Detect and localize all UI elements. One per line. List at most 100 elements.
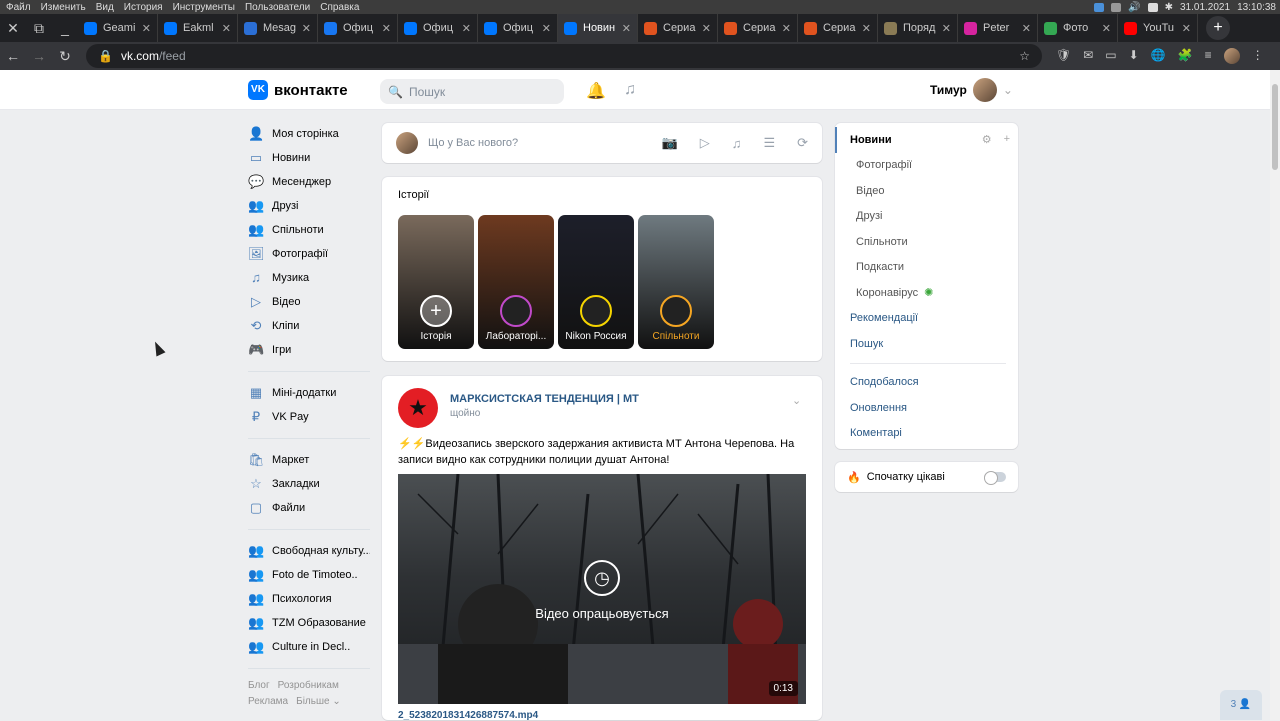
- footer-link[interactable]: Розробникам: [278, 680, 339, 691]
- filter-link[interactable]: Сподобалося: [835, 370, 1018, 396]
- extension-icon[interactable]: 🛡: [1056, 48, 1071, 64]
- browser-tab[interactable]: Geami ✕: [78, 14, 158, 42]
- sidebar-item[interactable]: ⟲ Кліпи: [248, 314, 370, 338]
- os-menu-item[interactable]: Справка: [320, 2, 359, 13]
- browser-tab[interactable]: Поряд ✕: [878, 14, 958, 42]
- sidebar-item[interactable]: ☆ Закладки: [248, 472, 370, 496]
- volume-icon[interactable]: 🔊: [1128, 2, 1140, 13]
- filter-item[interactable]: Відео: [835, 178, 1018, 204]
- browser-tab[interactable]: YouTu ✕: [1118, 14, 1198, 42]
- sidebar-item[interactable]: ♫ Музика: [248, 266, 370, 290]
- post-menu-chevron-icon[interactable]: ⌄: [792, 394, 801, 407]
- browser-tab[interactable]: Сериа ✕: [718, 14, 798, 42]
- footer-link[interactable]: Більше ⌄: [296, 696, 341, 707]
- sidebar-item[interactable]: 👥 Друзі: [248, 194, 370, 218]
- plus-icon[interactable]: +: [1004, 133, 1010, 146]
- download-icon[interactable]: ⬇: [1129, 48, 1139, 64]
- tab-close-icon[interactable]: ✕: [622, 22, 631, 35]
- page-scrollbar[interactable]: [1270, 70, 1280, 720]
- os-menu-item[interactable]: Вид: [96, 2, 114, 13]
- interesting-first-switch[interactable]: [984, 471, 1006, 485]
- filter-item[interactable]: Коронавірус ✺: [835, 280, 1018, 306]
- globe-icon[interactable]: 🌐: [1151, 48, 1166, 64]
- os-menu-item[interactable]: Инструменты: [173, 2, 235, 13]
- settings-sliders-icon[interactable]: ⚙: [982, 133, 992, 146]
- sidebar-item[interactable]: ▷ Відео: [248, 290, 370, 314]
- browser-tab[interactable]: Новин ✕: [558, 14, 638, 42]
- new-tab-button[interactable]: +: [1206, 16, 1230, 40]
- search-input[interactable]: 🔍 Пошук: [380, 79, 564, 104]
- extension-icon[interactable]: ▭: [1105, 48, 1116, 64]
- profile-avatar[interactable]: [1223, 48, 1240, 64]
- attached-file-name[interactable]: 2_5238201831426887574.mp4: [398, 710, 538, 721]
- sidebar-item[interactable]: 👥 TZM Образование: [248, 611, 370, 635]
- tab-close-icon[interactable]: ✕: [542, 22, 551, 35]
- filter-news[interactable]: Новини ⚙ +: [835, 127, 1018, 153]
- os-menu-item[interactable]: История: [124, 2, 163, 13]
- sidebar-item[interactable]: ▭ Новини: [248, 146, 370, 170]
- post-author-avatar[interactable]: ★: [398, 388, 438, 428]
- filter-link[interactable]: Рекомендації: [835, 306, 1018, 332]
- tab-close-icon[interactable]: ✕: [702, 22, 711, 35]
- video-icon[interactable]: ▷: [700, 135, 710, 151]
- sidebar-item[interactable]: 👥 Culture in Decl..: [248, 635, 370, 659]
- refresh-icon[interactable]: ⟳: [797, 135, 808, 151]
- tab-close-icon[interactable]: ✕: [782, 22, 791, 35]
- browser-tab[interactable]: Peter ✕: [958, 14, 1038, 42]
- sidebar-item[interactable]: 👥 Психология: [248, 587, 370, 611]
- vk-logo[interactable]: VK вконтакте: [248, 80, 348, 100]
- filter-link[interactable]: Коментарі: [835, 421, 1018, 447]
- puzzle-icon[interactable]: 🧩: [1178, 48, 1193, 64]
- sidebar-item[interactable]: 🎮 Ігри: [248, 338, 370, 362]
- os-menu-item[interactable]: Пользователи: [245, 2, 310, 13]
- filter-item[interactable]: Друзі: [835, 204, 1018, 230]
- interesting-first-toggle-row[interactable]: 🔥 Спочатку цікаві: [835, 462, 1018, 492]
- browser-tab[interactable]: Офиц ✕: [398, 14, 478, 42]
- story-item[interactable]: Лабораторі...: [478, 215, 554, 349]
- tab-close-icon[interactable]: ✕: [1182, 22, 1191, 35]
- tab-close-icon[interactable]: ✕: [382, 22, 391, 35]
- filter-item[interactable]: Спільноти: [835, 229, 1018, 255]
- footer-link[interactable]: Реклама: [248, 696, 288, 707]
- media-icon[interactable]: ≡: [1205, 48, 1212, 64]
- camera-icon[interactable]: 📷: [662, 135, 678, 151]
- bookmark-star-icon[interactable]: ☆: [1019, 49, 1030, 63]
- tab-close-icon[interactable]: ✕: [862, 22, 871, 35]
- article-icon[interactable]: ☰: [763, 135, 775, 151]
- browser-tab[interactable]: Офиц ✕: [318, 14, 398, 42]
- minimize-window-icon[interactable]: _: [52, 20, 78, 36]
- close-window-icon[interactable]: ✕: [0, 20, 26, 37]
- filter-link[interactable]: Оновлення: [835, 395, 1018, 421]
- sidebar-item[interactable]: ▢ Файли: [248, 496, 370, 520]
- sidebar-item[interactable]: 👥 Foto de Timoteo..: [248, 563, 370, 587]
- sidebar-item[interactable]: 🛍 Маркет: [248, 448, 370, 472]
- tab-close-icon[interactable]: ✕: [302, 22, 311, 35]
- tab-close-icon[interactable]: ✕: [1022, 22, 1031, 35]
- sidebar-item[interactable]: 👤 Моя сторінка: [248, 122, 370, 146]
- browser-tab[interactable]: Фото ✕: [1038, 14, 1118, 42]
- back-icon[interactable]: ←: [0, 48, 26, 64]
- filter-item[interactable]: Фотографії: [835, 153, 1018, 179]
- bluetooth-icon[interactable]: ✱: [1165, 2, 1173, 13]
- tab-close-icon[interactable]: ✕: [1102, 22, 1111, 35]
- post-time[interactable]: щойно: [450, 408, 480, 419]
- post-composer[interactable]: Що у Вас нового? 📷 ▷ ♫ ☰ ⟳: [382, 123, 822, 163]
- tab-close-icon[interactable]: ✕: [462, 22, 471, 35]
- tab-close-icon[interactable]: ✕: [222, 22, 231, 35]
- sidebar-item[interactable]: 🖼 Фотографії: [248, 242, 370, 266]
- user-menu[interactable]: Тимур ⌄: [930, 78, 1013, 102]
- sidebar-item[interactable]: ▦ Міні-додатки: [248, 381, 370, 405]
- extension-icon[interactable]: ✉: [1083, 48, 1093, 64]
- reload-icon[interactable]: ↻: [52, 48, 78, 65]
- flag-icon[interactable]: [1147, 2, 1158, 12]
- sidebar-item[interactable]: 💬 Месенджер: [248, 170, 370, 194]
- browser-tab[interactable]: Mesag ✕: [238, 14, 318, 42]
- sidebar-item[interactable]: 👥 Спільноти: [248, 218, 370, 242]
- tab-close-icon[interactable]: ✕: [942, 22, 951, 35]
- restore-window-icon[interactable]: ⧉: [26, 20, 52, 37]
- story-item[interactable]: + Історія: [398, 215, 474, 349]
- browser-tab[interactable]: Сериа ✕: [638, 14, 718, 42]
- filter-item[interactable]: Подкасти: [835, 255, 1018, 281]
- tab-close-icon[interactable]: ✕: [142, 22, 151, 35]
- os-menu-item[interactable]: Файл: [6, 2, 31, 13]
